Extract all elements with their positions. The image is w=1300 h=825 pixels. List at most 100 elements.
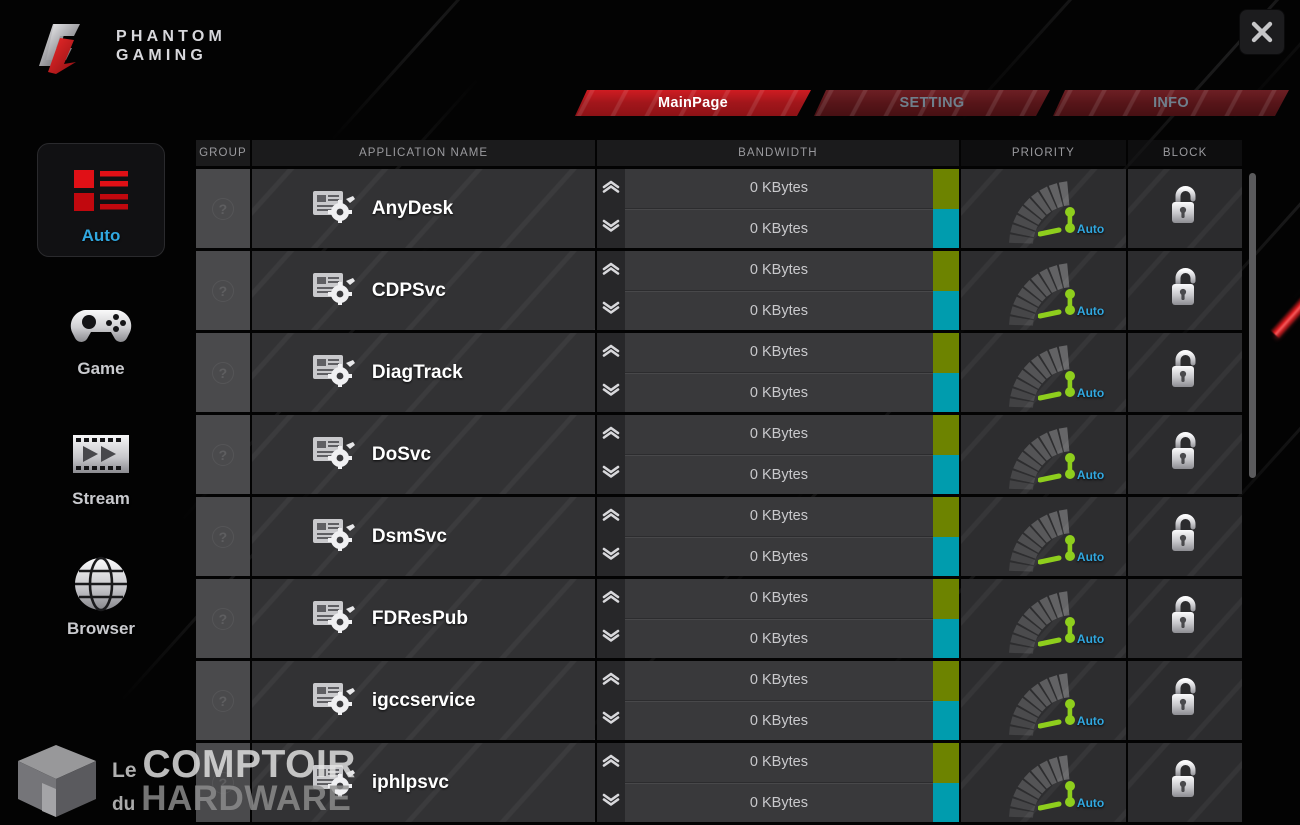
application-cell[interactable]: AnyDesk: [251, 169, 596, 248]
table-row[interactable]: ? AnyDesk 0 KBytes 0 KBytes Auto: [196, 169, 1242, 248]
tab-info[interactable]: INFO: [1053, 90, 1289, 116]
group-help-icon[interactable]: ?: [211, 607, 234, 630]
block-toggle-icon[interactable]: [1168, 349, 1202, 396]
bandwidth-bars: [932, 333, 959, 412]
block-cell[interactable]: [1128, 169, 1242, 248]
sidebar-item-auto-label: Auto: [81, 226, 121, 245]
block-cell[interactable]: [1128, 333, 1242, 412]
download-chevron-icon: [603, 383, 620, 397]
block-toggle-icon[interactable]: [1168, 267, 1202, 314]
gauge-tick-icon: [1037, 473, 1062, 483]
gauge-tick-icon: [1037, 719, 1062, 729]
application-cell[interactable]: iphlpsvc: [251, 743, 596, 822]
group-cell[interactable]: ?: [196, 579, 250, 658]
group-cell[interactable]: ?: [196, 415, 250, 494]
block-toggle-icon[interactable]: [1168, 677, 1202, 724]
upload-bar: [932, 169, 959, 209]
application-cell[interactable]: DiagTrack: [251, 333, 596, 412]
group-cell[interactable]: ?: [196, 333, 250, 412]
block-cell[interactable]: [1128, 579, 1242, 658]
unlock-padlock-icon: [1172, 760, 1196, 797]
sidebar-item-stream[interactable]: Stream: [37, 423, 165, 509]
gauge-marker-icon: [1065, 371, 1076, 397]
block-cell[interactable]: [1128, 415, 1242, 494]
block-cell[interactable]: [1128, 497, 1242, 576]
download-chevron-icon: [603, 465, 620, 479]
table-row[interactable]: ? iphlpsvc 0 KBytes 0 KBytes Auto: [196, 743, 1242, 822]
group-cell[interactable]: ?: [196, 251, 250, 330]
priority-marker: [1062, 779, 1078, 814]
priority-value-label: Auto: [1076, 468, 1105, 482]
priority-cell[interactable]: Auto: [960, 169, 1127, 248]
application-cell[interactable]: DoSvc: [251, 415, 596, 494]
bandwidth-values: 0 KBytes 0 KBytes: [625, 251, 933, 330]
group-cell[interactable]: ?: [196, 661, 250, 740]
priority-cell[interactable]: Auto: [960, 579, 1127, 658]
block-toggle-icon[interactable]: [1168, 595, 1202, 642]
group-help-icon[interactable]: ?: [211, 361, 234, 384]
upload-bar: [932, 251, 959, 291]
group-help-icon[interactable]: ?: [211, 443, 234, 466]
upload-value: 0 KBytes: [625, 169, 933, 209]
application-icon: [312, 189, 356, 228]
vertical-scrollbar[interactable]: [1249, 165, 1256, 825]
group-help-icon[interactable]: ?: [211, 197, 234, 220]
bandwidth-bars: [932, 661, 959, 740]
priority-tick: [1037, 552, 1062, 570]
group-help-icon[interactable]: ?: [211, 525, 234, 548]
priority-cell[interactable]: Auto: [960, 251, 1127, 330]
application-cell[interactable]: igccservice: [251, 661, 596, 740]
block-cell[interactable]: [1128, 251, 1242, 330]
red-light-streak-glow: [1274, 16, 1300, 340]
priority-marker: [1062, 205, 1078, 240]
scrollbar-thumb[interactable]: [1249, 173, 1256, 478]
block-toggle-icon[interactable]: [1168, 185, 1202, 232]
block-toggle-icon[interactable]: [1168, 513, 1202, 560]
sidebar-item-auto[interactable]: Auto: [37, 143, 165, 257]
group-help-icon[interactable]: ?: [211, 279, 234, 302]
block-toggle-icon[interactable]: [1168, 759, 1202, 806]
table-row[interactable]: ? CDPSvc 0 KBytes 0 KBytes Auto: [196, 251, 1242, 330]
table-row[interactable]: ? FDResPub 0 KBytes 0 KBytes Auto: [196, 579, 1242, 658]
bandwidth-cell: 0 KBytes 0 KBytes: [597, 333, 959, 412]
group-cell[interactable]: ?: [196, 497, 250, 576]
group-help-icon[interactable]: ?: [211, 689, 234, 712]
application-table: GROUP APPLICATION NAME BANDWIDTH PRIORIT…: [196, 140, 1242, 822]
upload-bar: [932, 333, 959, 373]
application-icon: [312, 681, 356, 720]
group-cell[interactable]: ?: [196, 169, 250, 248]
bandwidth-bars: [932, 415, 959, 494]
block-toggle-icon[interactable]: [1168, 431, 1202, 478]
tab-setting-label: SETTING: [899, 95, 965, 111]
tab-setting[interactable]: SETTING: [814, 90, 1050, 116]
logo-line-phantom: PHANTOM: [116, 28, 226, 46]
upload-chevron-icon: [603, 180, 620, 193]
application-cell[interactable]: FDResPub: [251, 579, 596, 658]
application-cell[interactable]: DsmSvc: [251, 497, 596, 576]
table-row[interactable]: ? DoSvc 0 KBytes 0 KBytes Auto: [196, 415, 1242, 494]
block-cell[interactable]: [1128, 743, 1242, 822]
upload-indicator: [602, 508, 620, 526]
block-cell[interactable]: [1128, 661, 1242, 740]
group-cell[interactable]: ?: [196, 743, 250, 822]
group-help-icon[interactable]: ?: [211, 771, 234, 794]
table-body: ? AnyDesk 0 KBytes 0 KBytes Auto? CDPSvc 0 KBy…: [196, 169, 1242, 822]
bandwidth-bars: [932, 251, 959, 330]
download-value: 0 KBytes: [625, 208, 933, 248]
priority-cell[interactable]: Auto: [960, 661, 1127, 740]
close-window-button[interactable]: [1240, 10, 1284, 54]
unlock-padlock-icon: [1172, 596, 1196, 633]
table-row[interactable]: ? DsmSvc 0 KBytes 0 KBytes Auto: [196, 497, 1242, 576]
sidebar-item-browser[interactable]: Browser: [37, 553, 165, 639]
priority-cell[interactable]: Auto: [960, 497, 1127, 576]
application-cell[interactable]: CDPSvc: [251, 251, 596, 330]
gauge-marker-icon: [1065, 699, 1076, 725]
red-light-streak: [1270, 10, 1300, 339]
priority-cell[interactable]: Auto: [960, 333, 1127, 412]
sidebar-item-game[interactable]: Game: [37, 293, 165, 379]
table-row[interactable]: ? igccservice 0 KBytes 0 KBytes Auto: [196, 661, 1242, 740]
priority-cell[interactable]: Auto: [960, 743, 1127, 822]
tab-mainpage[interactable]: MainPage: [575, 90, 811, 116]
priority-cell[interactable]: Auto: [960, 415, 1127, 494]
table-row[interactable]: ? DiagTrack 0 KBytes 0 KBytes Auto: [196, 333, 1242, 412]
